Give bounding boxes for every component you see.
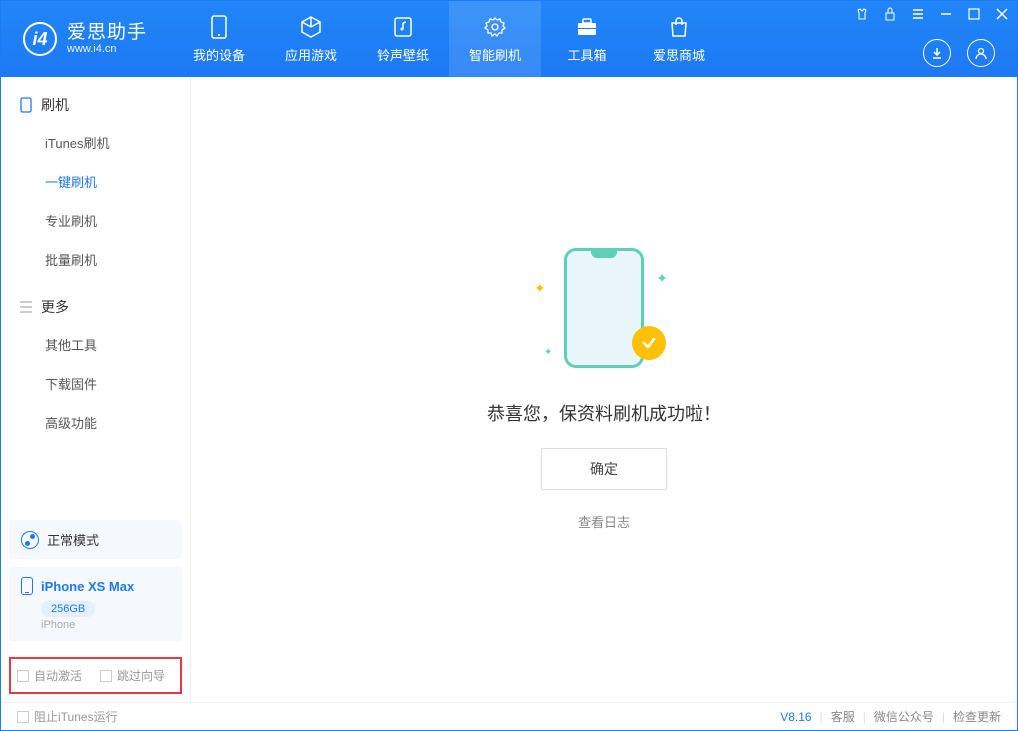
main-content: ✦ ✦ ✦ 恭喜您，保资料刷机成功啦！ 确定 查看日志	[191, 77, 1017, 702]
sparkle-icon: ✦	[656, 270, 668, 287]
gear-icon	[483, 15, 507, 39]
download-button[interactable]	[923, 39, 951, 67]
status-bar: 阻止iTunes运行 V8.16 | 客服 | 微信公众号 | 检查更新	[1, 702, 1017, 730]
window-controls	[855, 7, 1009, 21]
app-subtitle: www.i4.cn	[67, 43, 147, 55]
support-link[interactable]: 客服	[831, 708, 855, 725]
tab-flash[interactable]: 智能刷机	[449, 1, 541, 77]
version-label: V8.16	[780, 710, 811, 724]
lock-icon[interactable]	[883, 7, 897, 21]
checkbox-label: 阻止iTunes运行	[34, 708, 118, 725]
sidebar-group-more: 更多	[1, 279, 190, 325]
sidebar: 刷机 iTunes刷机 一键刷机 专业刷机 批量刷机 更多 其他工具 下载固件 …	[1, 77, 191, 702]
checkbox-auto-activate[interactable]: 自动激活	[17, 667, 82, 684]
group-title: 刷机	[41, 95, 69, 115]
highlighted-options: 自动激活 跳过向导	[9, 657, 182, 694]
sidebar-item-batch[interactable]: 批量刷机	[1, 240, 190, 279]
tab-ring[interactable]: 铃声壁纸	[357, 1, 449, 77]
success-illustration: ✦ ✦ ✦	[534, 248, 674, 378]
checkbox-block-itunes[interactable]: 阻止iTunes运行	[17, 708, 118, 725]
device-card[interactable]: iPhone XS Max 256GB iPhone	[9, 567, 182, 641]
view-log-link[interactable]: 查看日志	[578, 512, 630, 531]
checkbox-icon	[100, 670, 112, 682]
app-logo: i4 爱思助手 www.i4.cn	[1, 22, 163, 56]
briefcase-icon	[575, 15, 599, 39]
phone-illustration	[564, 248, 644, 368]
tab-label: 爱思商城	[653, 45, 705, 64]
tab-label: 应用游戏	[285, 45, 337, 64]
note-icon	[391, 15, 415, 39]
mode-icon	[21, 531, 39, 549]
main-tabs: 我的设备 应用游戏 铃声壁纸 智能刷机 工具箱	[173, 1, 725, 77]
device-small-icon	[21, 577, 33, 595]
sidebar-group-flash: 刷机	[1, 77, 190, 123]
tab-label: 铃声壁纸	[377, 45, 429, 64]
logo-icon: i4	[23, 22, 57, 56]
checkbox-skip-setup[interactable]: 跳过向导	[100, 667, 165, 684]
tab-label: 工具箱	[568, 45, 607, 64]
sidebar-item-pro[interactable]: 专业刷机	[1, 201, 190, 240]
check-badge-icon	[632, 326, 666, 360]
mode-status[interactable]: 正常模式	[9, 520, 182, 559]
minimize-button[interactable]	[939, 7, 953, 21]
checkbox-icon	[17, 670, 29, 682]
shirt-icon[interactable]	[855, 7, 869, 21]
bag-icon	[667, 15, 691, 39]
tab-device[interactable]: 我的设备	[173, 1, 265, 77]
app-title: 爱思助手	[67, 23, 147, 44]
maximize-button[interactable]	[967, 7, 981, 21]
sidebar-item-advanced[interactable]: 高级功能	[1, 403, 190, 442]
tab-label: 智能刷机	[469, 45, 521, 64]
menu-icon[interactable]	[911, 7, 925, 21]
checkbox-label: 自动激活	[34, 667, 82, 684]
checkbox-label: 跳过向导	[117, 667, 165, 684]
update-link[interactable]: 检查更新	[953, 708, 1001, 725]
sparkle-icon: ✦	[534, 280, 546, 297]
close-button[interactable]	[995, 7, 1009, 21]
device-icon	[207, 15, 231, 39]
sidebar-item-firmware[interactable]: 下载固件	[1, 364, 190, 403]
sparkle-icon: ✦	[544, 347, 552, 358]
app-header: i4 爱思助手 www.i4.cn 我的设备 应用游戏 铃声壁纸	[1, 1, 1017, 77]
wechat-link[interactable]: 微信公众号	[874, 708, 934, 725]
checkbox-icon	[17, 711, 29, 723]
phone-small-icon	[19, 98, 33, 112]
device-type: iPhone	[41, 619, 170, 631]
sidebar-item-oneclick[interactable]: 一键刷机	[1, 162, 190, 201]
tab-label: 我的设备	[193, 45, 245, 64]
group-title: 更多	[41, 297, 69, 317]
sidebar-item-itunes[interactable]: iTunes刷机	[1, 123, 190, 162]
app-body: 刷机 iTunes刷机 一键刷机 专业刷机 批量刷机 更多 其他工具 下载固件 …	[1, 77, 1017, 702]
tab-toolbox[interactable]: 工具箱	[541, 1, 633, 77]
tab-apps[interactable]: 应用游戏	[265, 1, 357, 77]
header-actions	[923, 39, 995, 67]
list-icon	[19, 300, 33, 314]
cube-icon	[299, 15, 323, 39]
sidebar-item-other[interactable]: 其他工具	[1, 325, 190, 364]
success-message: 恭喜您，保资料刷机成功啦！	[487, 400, 721, 426]
tab-store[interactable]: 爱思商城	[633, 1, 725, 77]
user-button[interactable]	[967, 39, 995, 67]
storage-badge: 256GB	[41, 601, 95, 617]
mode-label: 正常模式	[47, 530, 99, 549]
device-name: iPhone XS Max	[41, 579, 134, 594]
ok-button[interactable]: 确定	[541, 448, 667, 490]
